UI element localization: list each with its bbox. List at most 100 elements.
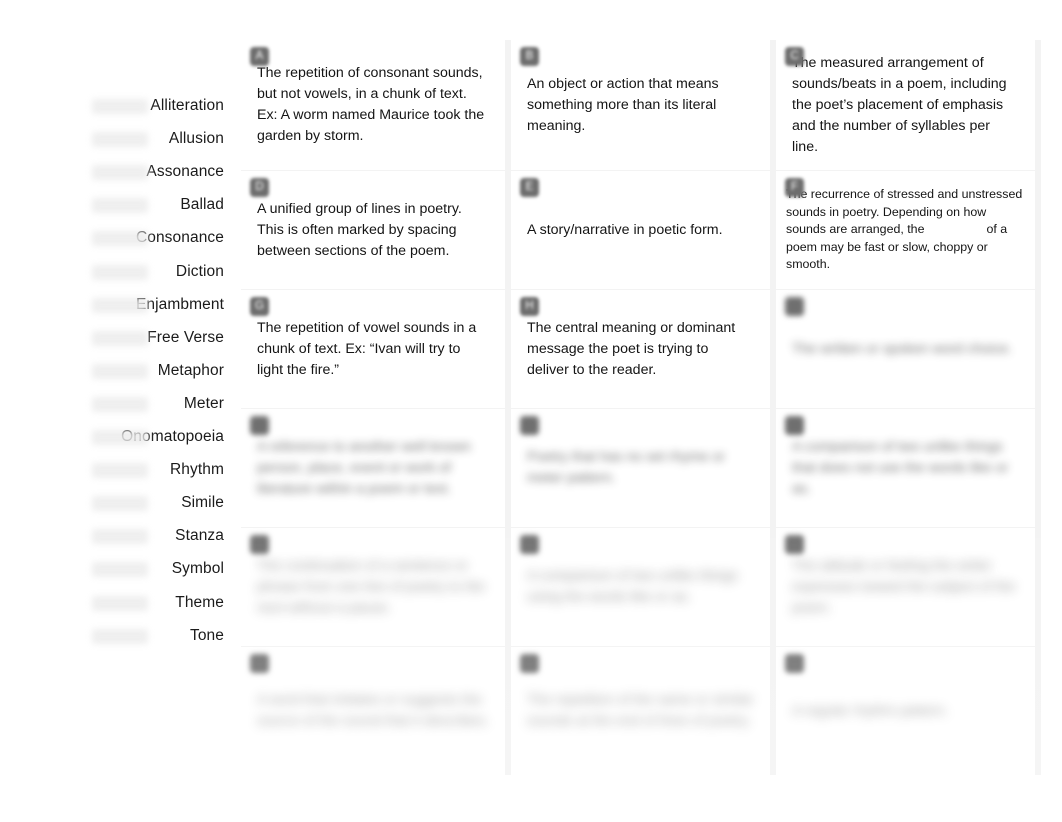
card-row: D A unified group of lines in poetry. Thi…	[241, 171, 1041, 289]
term-answer-input[interactable]	[92, 463, 148, 479]
card-body: The repetition of consonant sounds, but …	[241, 40, 505, 170]
card-letter-badge: I	[785, 297, 804, 316]
definition-card[interactable]: J A reference to another well known perso…	[241, 409, 505, 527]
card-definition-text: Poetry that has no set rhyme or meter pa…	[527, 449, 725, 486]
term-label: Enjambment	[135, 295, 224, 313]
term-answer-input[interactable]	[92, 99, 148, 114]
card-body: The recurrence of stressed and unstresse…	[776, 171, 1035, 289]
term-row[interactable]: Simile	[0, 490, 232, 516]
definition-card[interactable]: K Poetry that has no set rhyme or meter p…	[511, 409, 770, 527]
term-label: Meter	[183, 394, 224, 412]
card-letter-badge: H	[520, 297, 539, 316]
term-label: Metaphor	[157, 361, 224, 379]
card-body: A comparison of two unlike things that d…	[776, 409, 1035, 527]
card-letter-badge: E	[520, 178, 539, 197]
term-row[interactable]: Free Verse	[0, 325, 232, 351]
term-row[interactable]: Allusion	[0, 126, 232, 152]
card-letter-badge: J	[250, 416, 269, 435]
term-answer-input[interactable]	[92, 496, 148, 512]
card-row: A The repetition of consonant sounds, but…	[241, 40, 1041, 170]
term-row[interactable]: Symbol	[0, 556, 232, 582]
term-label: Consonance	[135, 229, 224, 247]
card-letter-badge: F	[785, 178, 804, 197]
term-answer-input[interactable]	[92, 363, 148, 379]
term-answer-input[interactable]	[92, 198, 148, 214]
card-letter-badge: D	[250, 178, 269, 197]
card-definition-text: The measured arrangement of sounds/beats…	[792, 54, 1007, 155]
term-row[interactable]: Meter	[0, 391, 232, 417]
term-row[interactable]: Alliteration	[0, 93, 232, 119]
definition-card[interactable]: B An object or action that means somethin…	[511, 40, 770, 170]
card-definition-text: The written or spoken word choice.	[792, 340, 1013, 357]
term-answer-input[interactable]	[92, 396, 148, 412]
card-definition-text: The repetition of vowel sounds in a chun…	[257, 319, 477, 378]
card-definition-text: The continuation of a sentence or phrase…	[257, 557, 485, 616]
term-label: Allusion	[168, 130, 224, 148]
card-letter-badge: C	[785, 47, 804, 66]
card-row: P A word that imitates or suggests the so…	[241, 647, 1041, 775]
card-letter-badge: L	[785, 416, 804, 435]
definition-card[interactable]: Q The repetition of the same or similar s…	[511, 647, 770, 775]
definition-card[interactable]: M The continuation of a sentence or phras…	[241, 528, 505, 646]
definition-card[interactable]: F The recurrence of stressed and unstress…	[776, 171, 1035, 289]
card-body: A story/narrative in poetic form.	[511, 171, 770, 289]
card-body: A comparison of two unlike things using …	[511, 528, 770, 646]
term-answer-input[interactable]	[92, 330, 148, 346]
term-row[interactable]: Onomatopoeia	[0, 424, 232, 450]
term-row[interactable]: Metaphor	[0, 358, 232, 384]
definition-card[interactable]: H The central meaning or dominant message…	[511, 290, 770, 408]
term-label: Theme	[175, 593, 224, 611]
term-answer-input[interactable]	[92, 430, 148, 445]
definition-card[interactable]: E A story/narrative in poetic form.	[511, 171, 770, 289]
terms-panel: Alliteration Allusion Assonance Ballad Conso…	[0, 0, 240, 822]
term-answer-input[interactable]	[92, 297, 148, 313]
card-row: J A reference to another well known perso…	[241, 409, 1041, 527]
term-row[interactable]: Ballad	[0, 192, 232, 218]
term-row[interactable]: Enjambment	[0, 292, 232, 318]
card-definition-text: A reference to another well known person…	[257, 438, 471, 497]
term-row[interactable]: Theme	[0, 590, 232, 616]
term-row[interactable]: Rhythm	[0, 457, 232, 483]
definition-card[interactable]: I The written or spoken word choice.	[776, 290, 1035, 408]
term-answer-input[interactable]	[92, 562, 148, 578]
card-letter-badge: P	[250, 654, 269, 673]
card-definition-text: An object or action that means something…	[527, 75, 719, 134]
definition-card[interactable]: R A regular rhythm pattern.	[776, 647, 1035, 775]
term-row[interactable]: Assonance	[0, 159, 232, 185]
card-body: The repetition of vowel sounds in a chun…	[241, 290, 505, 408]
term-answer-input[interactable]	[92, 264, 148, 280]
definition-card[interactable]: D A unified group of lines in poetry. Thi…	[241, 171, 505, 289]
card-body: The measured arrangement of sounds/beats…	[776, 40, 1035, 170]
term-label: Tone	[189, 626, 224, 644]
card-body: The written or spoken word choice.	[776, 290, 1035, 408]
term-answer-input[interactable]	[92, 595, 148, 611]
term-row[interactable]: Stanza	[0, 523, 232, 549]
card-body: Poetry that has no set rhyme or meter pa…	[511, 409, 770, 527]
term-answer-input[interactable]	[92, 628, 148, 644]
term-answer-input[interactable]	[92, 529, 148, 545]
term-answer-input[interactable]	[92, 132, 148, 148]
term-label: Free Verse	[147, 328, 224, 346]
definition-card[interactable]: C The measured arrangement of sounds/beat…	[776, 40, 1035, 170]
card-definition-text: A comparison of two unlike things using …	[527, 568, 738, 605]
term-row[interactable]: Tone	[0, 623, 232, 649]
definition-card[interactable]: L A comparison of two unlike things that …	[776, 409, 1035, 527]
definition-card[interactable]: O The attitude or feeling the writer expr…	[776, 528, 1035, 646]
card-letter-badge: Q	[520, 654, 539, 673]
term-answer-input[interactable]	[92, 231, 148, 247]
term-label: Assonance	[146, 163, 224, 181]
definition-card[interactable]: A The repetition of consonant sounds, but…	[241, 40, 505, 170]
card-definition-text: A story/narrative in poetic form.	[527, 221, 723, 238]
definition-card[interactable]: P A word that imitates or suggests the so…	[241, 647, 505, 775]
definition-card[interactable]: N A comparison of two unlike things using…	[511, 528, 770, 646]
card-body: A reference to another well known person…	[241, 409, 505, 527]
definition-card-grid: A The repetition of consonant sounds, but…	[241, 40, 1041, 775]
card-body: The repetition of the same or similar so…	[511, 647, 770, 775]
card-definition-text: A comparison of two unlike things that d…	[792, 438, 1009, 497]
term-row[interactable]: Consonance	[0, 225, 232, 251]
term-answer-input[interactable]	[92, 165, 148, 181]
definition-card[interactable]: G The repetition of vowel sounds in a chu…	[241, 290, 505, 408]
card-row: G The repetition of vowel sounds in a chu…	[241, 290, 1041, 408]
term-row[interactable]: Diction	[0, 259, 232, 285]
card-definition-text: A unified group of lines in poetry. This…	[257, 200, 462, 259]
